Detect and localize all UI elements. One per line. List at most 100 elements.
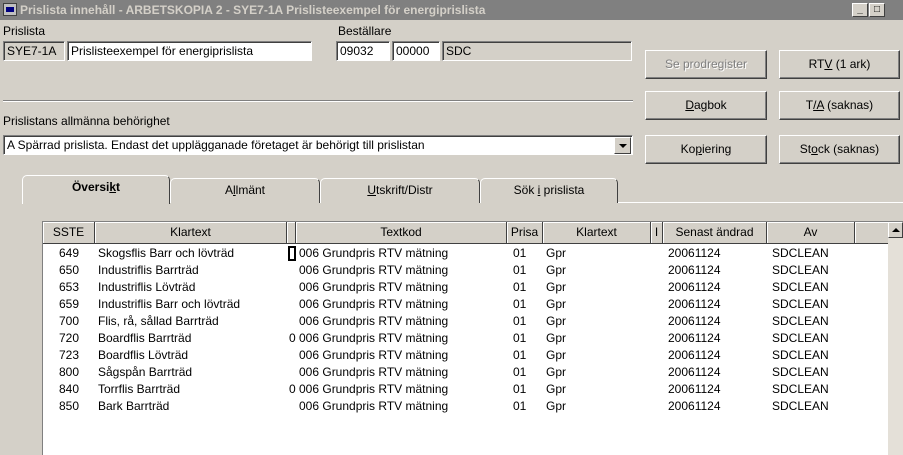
cell-flag [287,262,297,279]
table-row[interactable]: 800 Sågspån Barrträd 006 Grundpris RTV mät… [43,364,903,381]
cell-klartext: Boardflis Lövträd [98,348,189,362]
cell-flag [287,279,297,296]
cell-senast-andrad: 20061124 [668,263,721,277]
dagbok-button[interactable]: Dagbok [645,91,767,120]
separator [3,100,633,102]
table-row[interactable]: 653 Industriflis Lövträd 006 Grundpris RTV… [43,279,903,296]
cell-textkod: 006 Grundpris RTV mätning [299,331,449,345]
behorighet-label: Prislistans allmänna behörighet [3,114,170,128]
kopiering-button[interactable]: Kopiering [645,135,767,164]
cell-sste: 700 [58,314,80,328]
cell-av: SDCLEAN [772,348,829,362]
cell-sste: 850 [58,399,80,413]
cell-textkod: 006 Grundpris RTV mätning [299,297,449,311]
cell-klartext-2: Gpr [546,399,567,413]
table-row[interactable]: 659 Industriflis Barr och lövträd 006 Grun… [43,296,903,313]
scroll-up-icon[interactable] [888,222,903,238]
cell-prisa: 01 [513,382,527,396]
cell-senast-andrad: 20061124 [668,314,721,328]
cell-klartext-2: Gpr [546,348,567,362]
cell-sste: 800 [58,365,80,379]
table-row[interactable]: 720 Boardflis Barrträd 0 006 Grundpris RTV … [43,330,903,347]
behorighet-dropdown[interactable]: A Spärrad prislista. Endast det upplägga… [3,135,633,155]
behorighet-value: A Spärrad prislista. Endast det upplägga… [7,138,425,152]
table-row[interactable]: 650 Industriflis Barrträd 006 Grundpris RT… [43,262,903,279]
cell-sste: 659 [58,297,80,311]
cell-textkod: 006 Grundpris RTV mätning [299,382,449,396]
bestallare-label: Beställare [338,24,392,38]
cell-editor-cursor[interactable] [288,246,296,261]
cell-klartext: Industriflis Barr och lövträd [98,297,241,311]
cell-prisa: 01 [513,263,527,277]
cell-senast-andrad: 20061124 [668,348,721,362]
cell-prisa: 01 [513,399,527,413]
rtv-button[interactable]: RTV (1 ark) [779,50,900,79]
maximize-button[interactable]: □ [869,3,885,17]
column-header-klartext[interactable]: Klartext [95,222,287,244]
ta-button[interactable]: T/A (saknas) [779,91,900,120]
cell-flag [287,398,297,415]
tab-sok-i-prislista[interactable]: Sök i prislista [480,178,618,203]
cell-av: SDCLEAN [772,331,829,345]
cell-av: SDCLEAN [772,280,829,294]
cell-textkod: 006 Grundpris RTV mätning [299,280,449,294]
cell-sste: 650 [58,263,80,277]
cell-klartext-2: Gpr [546,331,567,345]
cell-senast-andrad: 20061124 [668,280,721,294]
tab-utskrift[interactable]: Utskrift/Distr [320,178,480,203]
cell-klartext: Industriflis Barrträd [98,263,199,277]
cell-senast-andrad: 20061124 [668,365,721,379]
vertical-scrollbar[interactable] [888,222,903,455]
bestallare-field-3[interactable]: SDC [442,41,632,61]
column-header-klartext-2[interactable]: Klartext [543,222,651,244]
prislista-code-field[interactable]: SYE7-1A [3,41,65,61]
cell-flag: 0 [289,382,296,396]
column-header-textkod[interactable]: Textkod [296,222,507,244]
se-prodregister-button[interactable]: Se prodregister [645,50,767,79]
column-header-senast-andrad[interactable]: Senast ändrad [663,222,767,244]
cell-prisa: 01 [513,246,527,260]
title-bar[interactable]: Prislista innehåll - ARBETSKOPIA 2 - SYE… [0,0,903,20]
cell-senast-andrad: 20061124 [668,331,721,345]
cell-senast-andrad: 20061124 [668,246,721,260]
bestallare-field-1[interactable]: 09032 [336,41,390,61]
column-header-prisa[interactable]: Prisa [507,222,543,244]
table-row[interactable]: 840 Torrflis Barrträd 0 006 Grundpris RTV m… [43,381,903,398]
app-icon[interactable] [3,3,17,16]
cell-prisa: 01 [513,365,527,379]
cell-klartext-2: Gpr [546,365,567,379]
cell-prisa: 01 [513,331,527,345]
cell-sste: 653 [58,280,80,294]
tab-allmant[interactable]: Allmänt [170,178,320,203]
column-header-flag[interactable] [287,222,296,244]
price-table[interactable]: SSTE Klartext Textkod Prisa Klartext I S… [42,221,903,455]
cell-klartext: Skogsflis Barr och lövträd [98,246,235,260]
table-row[interactable]: 649 Skogsflis Barr och lövträd 006 Grundpr… [43,245,903,262]
stock-button[interactable]: Stock (saknas) [779,135,900,164]
cell-klartext: Bark Barrträd [98,399,170,413]
table-row[interactable]: 700 Flis, rå, sållad Barrträd 006 Grundpri… [43,313,903,330]
chevron-down-icon[interactable] [614,137,631,154]
cell-textkod: 006 Grundpris RTV mätning [299,246,449,260]
table-row[interactable]: 850 Bark Barrträd 006 Grundpris RTV mätnin… [43,398,903,415]
bestallare-field-2[interactable]: 00000 [392,41,440,61]
column-header-sste[interactable]: SSTE [43,222,95,244]
cell-klartext-2: Gpr [546,263,567,277]
cell-klartext-2: Gpr [546,297,567,311]
minimize-button[interactable]: _ [852,3,868,17]
cell-av: SDCLEAN [772,314,829,328]
column-header-av[interactable]: Av [767,222,855,244]
cell-textkod: 006 Grundpris RTV mätning [299,399,449,413]
prislista-name-field[interactable]: Prislisteexempel för energiprislista [67,41,312,61]
cell-textkod: 006 Grundpris RTV mätning [299,263,449,277]
cell-sste: 840 [58,382,80,396]
column-header-i[interactable]: I [651,222,663,244]
cell-av: SDCLEAN [772,297,829,311]
cell-av: SDCLEAN [772,246,829,260]
cell-senast-andrad: 20061124 [668,297,721,311]
tab-oversikt[interactable]: Översikt [22,175,170,204]
cell-prisa: 01 [513,280,527,294]
table-row[interactable]: 723 Boardflis Lövträd 006 Grundpris RTV mä… [43,347,903,364]
cell-klartext: Boardflis Barrträd [98,331,192,345]
cell-av: SDCLEAN [772,399,829,413]
